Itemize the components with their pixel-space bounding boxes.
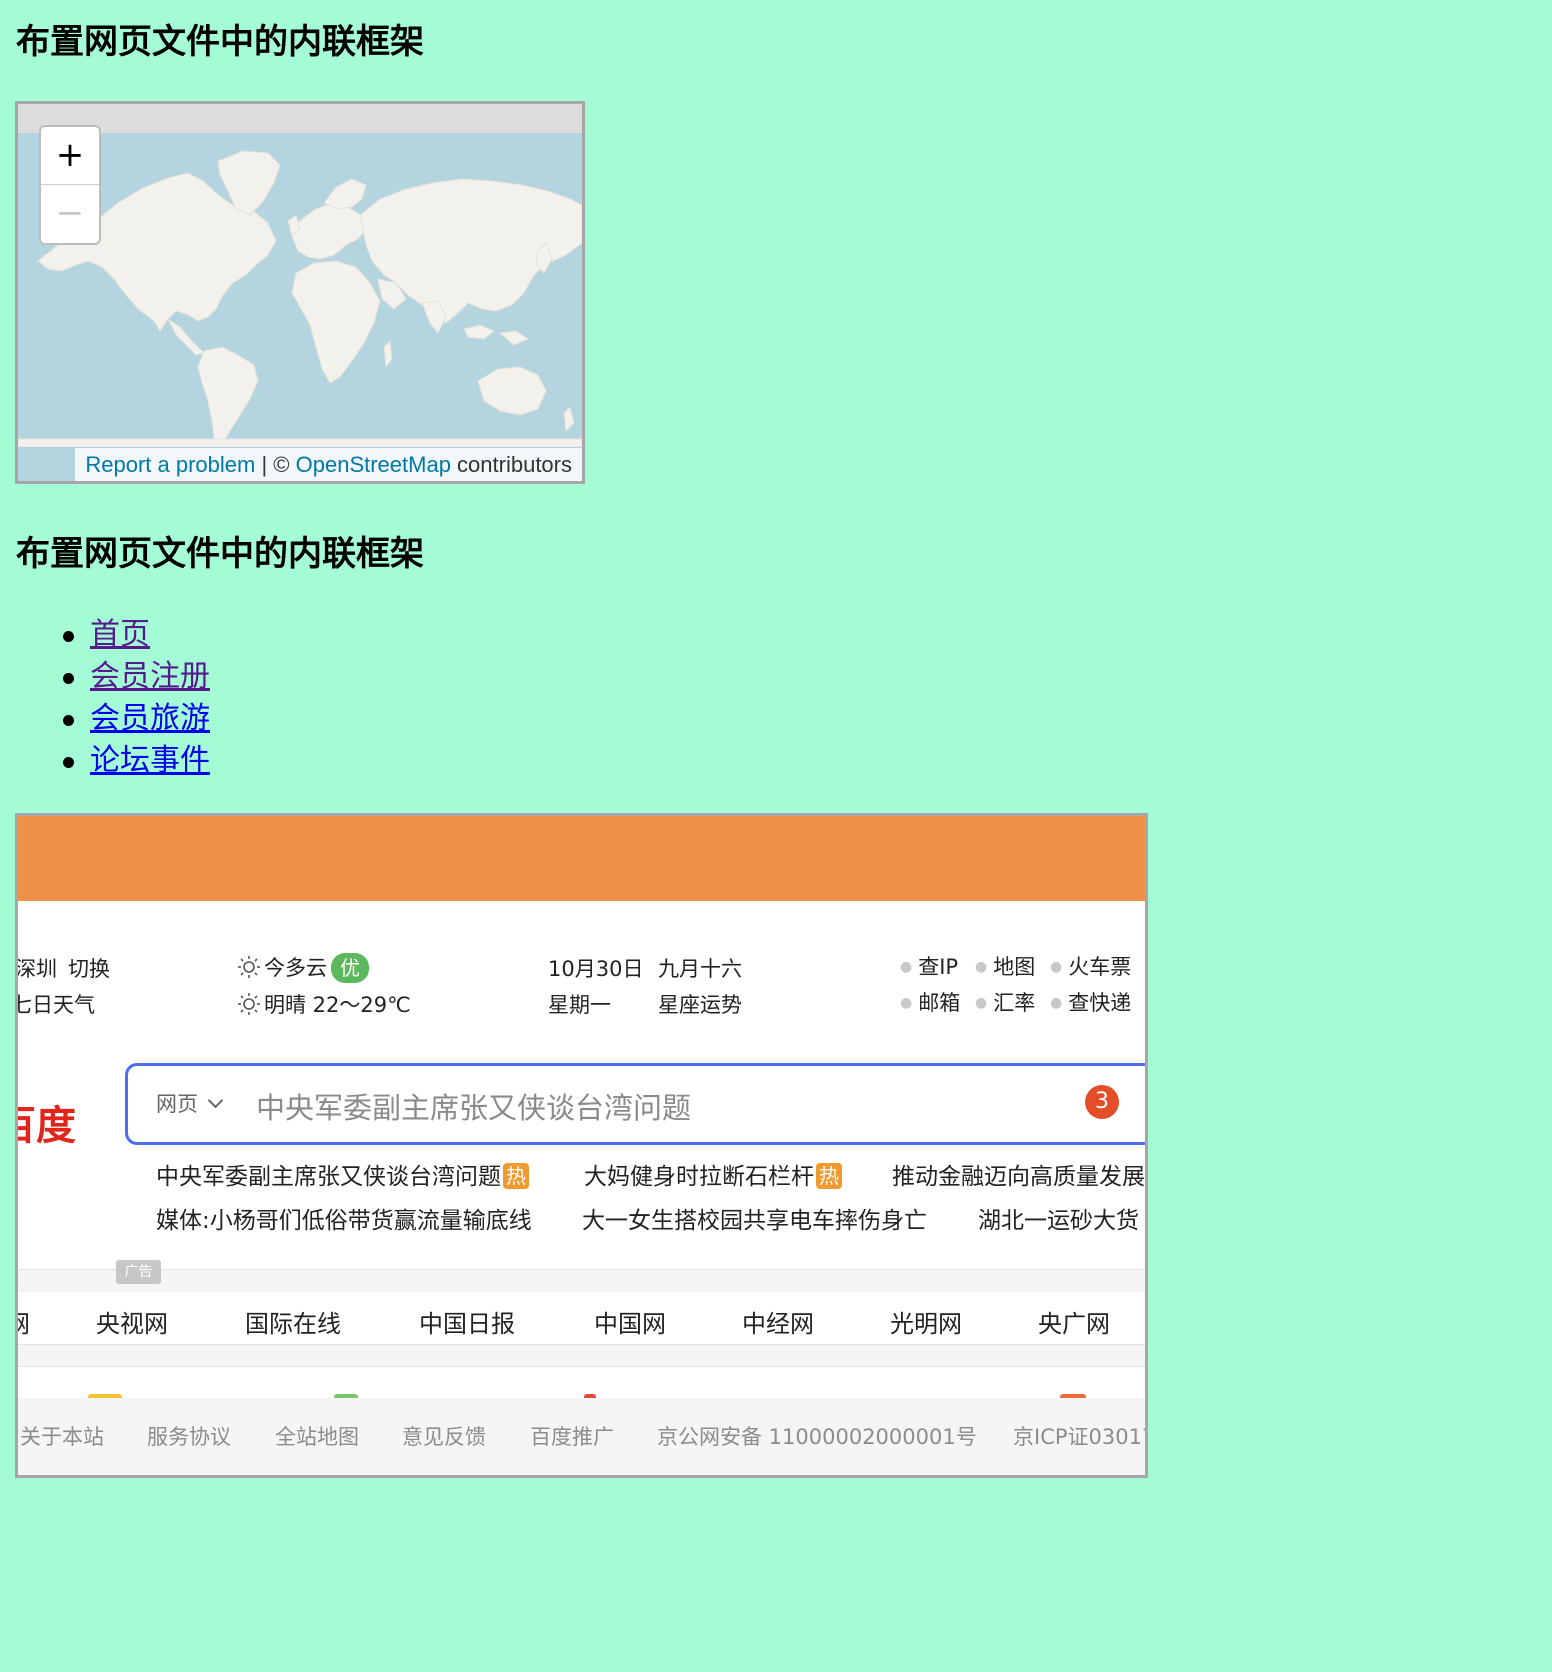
site-link[interactable]: 中国网 (594, 1304, 666, 1339)
map-zoom-control: + − (39, 125, 101, 245)
nav-item: 会员注册 (60, 656, 210, 698)
site-link[interactable]: 央广网 (1038, 1304, 1110, 1339)
quick-link[interactable]: ● 查快递 (1050, 990, 1131, 1016)
hot-badge: 热 (503, 1163, 529, 1189)
site-link[interactable]: 央视网 (96, 1304, 168, 1339)
bullet-dot: ● (1050, 995, 1063, 1011)
nav-item: 首页 (60, 614, 210, 656)
baidu-iframe[interactable]: 深圳 切换 七日天气 今多云优 明晴 22～29℃ 10月30日 九月十六 星期… (15, 813, 1148, 1478)
ad-label: 广告 (116, 1260, 161, 1284)
quick-link[interactable]: ● 汇率 (975, 990, 1035, 1016)
bullet-dot: ● (975, 995, 988, 1011)
footer-link[interactable]: 关于本站 (20, 1421, 104, 1451)
weather-today[interactable]: 今多云优 (238, 953, 369, 983)
nav-link-register[interactable]: 会员注册 (90, 659, 210, 694)
footer-link[interactable]: 全站地图 (275, 1421, 359, 1451)
quick-link[interactable]: ● 火车票 (1050, 954, 1131, 980)
section-heading-nav: 布置网页文件中的内联框架 (16, 534, 424, 574)
bullet-dot: ● (900, 995, 913, 1011)
hot-search-item[interactable]: 中央军委副主席张又侠谈台湾问题热 (156, 1162, 529, 1192)
aqi-badge: 优 (331, 953, 369, 983)
quick-link[interactable]: ● 地图 (975, 954, 1035, 980)
hot-search-item[interactable]: 湖北一运砂大货 (978, 1206, 1139, 1236)
lunar-date: 九月十六 (658, 957, 742, 981)
nav-item: 论坛事件 (60, 740, 210, 782)
nav-link-home[interactable]: 首页 (90, 617, 150, 652)
section-heading-map: 布置网页文件中的内联框架 (16, 22, 424, 62)
chevron-down-icon (207, 1092, 224, 1109)
nav-link-travel[interactable]: 会员旅游 (90, 701, 210, 736)
nav-list: 首页 会员注册 会员旅游 论坛事件 (60, 614, 210, 782)
footer-link[interactable]: 服务协议 (147, 1421, 231, 1451)
map-top-band (18, 104, 582, 133)
quick-link[interactable]: ● 查IP (900, 954, 958, 980)
search-input[interactable]: 中央军委副主席张又侠谈台湾问题 (256, 1085, 691, 1127)
sun-icon (238, 956, 260, 978)
site-link[interactable]: 中经网 (742, 1304, 814, 1339)
attribution-suffix: contributors (450, 452, 572, 477)
footer: 关于本站 服务协议 全站地图 意见反馈 百度推广 京公网安备 110000020… (18, 1398, 1145, 1475)
search-box[interactable]: 网页 中央军委副主席张又侠谈台湾问题 3 (125, 1063, 1145, 1145)
site-link[interactable]: 光明网 (890, 1304, 962, 1339)
solar-date: 10月30日 (548, 957, 644, 981)
footer-link[interactable]: 京ICP证030173号 (1013, 1421, 1145, 1451)
footer-link[interactable]: 意见反馈 (402, 1421, 486, 1451)
search-type-select[interactable]: 网页 (156, 1088, 224, 1118)
hot-search-item[interactable]: 大妈健身时拉断石栏杆热 (584, 1162, 842, 1192)
site-links-row: 网 央视网 国际在线 中国日报 中国网 中经网 光明网 央广网 (18, 1291, 1145, 1345)
horoscope-link[interactable]: 星座运势 (658, 992, 742, 1018)
weather-today-text: 今多云 (264, 956, 327, 980)
sun-icon (238, 993, 260, 1015)
quick-link[interactable]: ● 邮箱 (900, 990, 960, 1016)
map-attribution: Report a problem | © OpenStreetMap contr… (75, 448, 582, 481)
section-divider (18, 1345, 1145, 1367)
search-count-badge: 3 (1085, 1085, 1119, 1119)
bullet-dot: ● (900, 959, 913, 975)
hot-search-item[interactable]: 媒体:小杨哥们低俗带货赢流量输底线 (156, 1206, 532, 1236)
zoom-out-button[interactable]: − (41, 184, 99, 242)
seven-day-weather-link[interactable]: 七日天气 (18, 992, 95, 1018)
world-map[interactable] (18, 133, 582, 447)
ad-band (18, 1269, 1145, 1292)
weather-tomorrow[interactable]: 明晴 22～29℃ (238, 992, 411, 1018)
switch-city-link[interactable]: 切换 (68, 956, 110, 982)
weekday: 星期一 (548, 993, 611, 1017)
site-link[interactable]: 中国日报 (419, 1304, 515, 1339)
nav-item: 会员旅游 (60, 698, 210, 740)
weather-tomorrow-text: 明晴 22～29℃ (264, 993, 411, 1017)
bullet-dot: ● (1050, 959, 1063, 975)
footer-link[interactable]: 百度推广 (530, 1421, 614, 1451)
footer-link[interactable]: 京公网安备 11000002000001号 (657, 1421, 977, 1451)
header-band (18, 816, 1145, 901)
hot-badge: 热 (816, 1163, 842, 1189)
report-problem-link[interactable]: Report a problem (85, 452, 255, 477)
site-link[interactable]: 网 (18, 1304, 30, 1339)
baidu-logo[interactable]: 百度 (18, 1093, 76, 1151)
city-name: 深圳 (15, 957, 57, 981)
location-city: 深圳 (15, 956, 57, 982)
bullet-dot: ● (975, 959, 988, 975)
hot-search-item[interactable]: 推动金融迈向高质量发展 (892, 1162, 1145, 1192)
site-link[interactable]: 国际在线 (245, 1304, 341, 1339)
hot-search-item[interactable]: 大一女生搭校园共享电车摔伤身亡 (582, 1206, 927, 1236)
openstreetmap-link[interactable]: OpenStreetMap (296, 452, 451, 477)
attribution-separator: | © (255, 452, 296, 477)
zoom-in-button[interactable]: + (41, 127, 99, 184)
nav-link-forum[interactable]: 论坛事件 (90, 743, 210, 778)
map-iframe[interactable]: + − Report a problem | © OpenStreetMap c… (15, 101, 585, 484)
